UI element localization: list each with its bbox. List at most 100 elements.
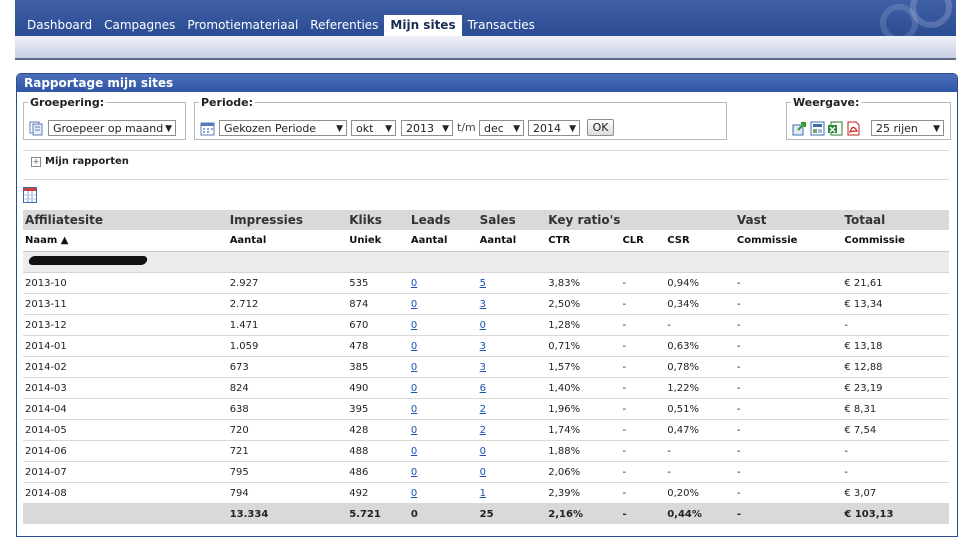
column-group-header: Vast <box>734 210 843 230</box>
table-cell: 2.927 <box>227 272 348 294</box>
table-cell: - <box>620 482 666 504</box>
table-cell: - <box>620 398 666 420</box>
grouping-fieldset: Groepering: Groepeer op maand ▼ <box>23 96 186 140</box>
totals-cell: 2,16% <box>546 503 621 524</box>
table-cell: 0,47% <box>665 419 735 441</box>
leads-link[interactable]: 0 <box>411 362 417 373</box>
table-cell: 0 <box>408 419 478 441</box>
table-cell: 721 <box>227 440 348 462</box>
table-cell: 1,88% <box>546 440 621 462</box>
table-cell: 3 <box>477 335 547 357</box>
table-cell: - <box>620 293 666 315</box>
leads-link[interactable]: 0 <box>411 341 417 352</box>
table-row: 2013-11 2.712 874 0 3 2,50% -0,34% - € 13,34 <box>23 293 949 315</box>
leads-link[interactable]: 0 <box>411 467 417 478</box>
column-group-header <box>665 210 735 230</box>
export-icon[interactable] <box>792 121 807 136</box>
table-cell: 395 <box>347 398 409 420</box>
sales-link[interactable]: 0 <box>480 320 486 331</box>
table-cell: 478 <box>347 335 409 357</box>
table-cell: - <box>620 356 666 378</box>
from-month-select[interactable]: okt ▼ <box>351 120 396 136</box>
totals-cell: - <box>734 503 843 524</box>
sales-link[interactable]: 2 <box>480 404 486 415</box>
tab-referenties[interactable]: Referenties <box>304 15 384 36</box>
sales-link[interactable]: 0 <box>480 446 486 457</box>
table-row: 2014-03 824 490 0 6 1,40% -1,22% - € 23,19 <box>23 377 949 399</box>
sales-link[interactable]: 2 <box>480 425 486 436</box>
nav-subbar <box>15 36 956 60</box>
table-cell: 2014-07 <box>23 461 228 483</box>
sales-link[interactable]: 3 <box>480 299 486 310</box>
leads-link[interactable]: 0 <box>411 383 417 394</box>
table-cell: 0 <box>408 398 478 420</box>
table-cell: - <box>734 272 843 294</box>
leads-link[interactable]: 0 <box>411 404 417 415</box>
to-year-select[interactable]: 2014 ▼ <box>528 120 580 136</box>
leads-link[interactable]: 0 <box>411 299 417 310</box>
sort-by-name-header[interactable]: Naam ▲ <box>23 230 228 252</box>
table-cell: - <box>734 419 843 441</box>
period-type-select[interactable]: Gekozen Periode ▼ <box>219 120 347 136</box>
table-cell: 1,96% <box>546 398 621 420</box>
table-cell: 0 <box>477 314 547 336</box>
table-cell: - <box>842 314 949 336</box>
rows-per-page-value: 25 rijen <box>876 122 918 135</box>
table-cell: € 12,88 <box>842 356 949 378</box>
nav-bar: Dashboard Campagnes Promotiemateriaal Re… <box>15 0 956 42</box>
table-cell: 2014-04 <box>23 398 228 420</box>
table-cell: 874 <box>347 293 409 315</box>
table-row: 2014-05 720 428 0 2 1,74% -0,47% - € 7,54 <box>23 419 949 441</box>
sales-link[interactable]: 1 <box>480 488 486 499</box>
table-row: 2013-12 1.471 670 0 0 1,28% - - - - <box>23 314 949 336</box>
sales-link[interactable]: 3 <box>480 341 486 352</box>
leads-link[interactable]: 0 <box>411 278 417 289</box>
table-cell: 0,71% <box>546 335 621 357</box>
tab-dashboard[interactable]: Dashboard <box>21 15 98 36</box>
sales-link[interactable]: 0 <box>480 467 486 478</box>
pdf-icon[interactable] <box>846 121 861 136</box>
table-cell: - <box>665 461 735 483</box>
table-cell: 490 <box>347 377 409 399</box>
ok-button[interactable]: OK <box>587 119 614 136</box>
columns-icon[interactable] <box>23 187 37 203</box>
column-group-header: Leads <box>408 210 478 230</box>
redacted-site-name <box>23 251 949 273</box>
table-cell: 2014-08 <box>23 482 228 504</box>
excel-icon[interactable] <box>828 121 843 136</box>
tab-mijn-sites[interactable]: Mijn sites <box>384 15 462 36</box>
leads-link[interactable]: 0 <box>411 425 417 436</box>
grid-view-icon[interactable] <box>810 121 825 136</box>
rows-per-page-select[interactable]: 25 rijen ▼ <box>871 120 944 136</box>
table-cell: 0 <box>408 335 478 357</box>
table-cell: 5 <box>477 272 547 294</box>
table-cell: € 13,34 <box>842 293 949 315</box>
table-cell: - <box>734 293 843 315</box>
column-group-header: Affiliatesite <box>23 210 228 230</box>
table-cell: - <box>734 461 843 483</box>
table-cell: 794 <box>227 482 348 504</box>
from-year-select[interactable]: 2013 ▼ <box>401 120 453 136</box>
table-row: 2014-02 673 385 0 3 1,57% -0,78% - € 12,88 <box>23 356 949 378</box>
tab-promotiemateriaal[interactable]: Promotiemateriaal <box>181 15 304 36</box>
my-reports-toggle[interactable]: + Mijn rapporten <box>31 156 129 167</box>
table-cell: 2013-12 <box>23 314 228 336</box>
table-cell: 0 <box>477 440 547 462</box>
sales-link[interactable]: 3 <box>480 362 486 373</box>
table-row: 2014-04 638 395 0 2 1,96% -0,51% - € 8,31 <box>23 398 949 420</box>
sales-link[interactable]: 6 <box>480 383 486 394</box>
table-cell: 1,22% <box>665 377 735 399</box>
table-cell: - <box>734 356 843 378</box>
leads-link[interactable]: 0 <box>411 320 417 331</box>
leads-link[interactable]: 0 <box>411 446 417 457</box>
to-month-select[interactable]: dec ▼ <box>479 120 524 136</box>
grouping-select[interactable]: Groepeer op maand ▼ <box>48 120 176 136</box>
tab-transacties[interactable]: Transacties <box>462 15 541 36</box>
leads-link[interactable]: 0 <box>411 488 417 499</box>
table-cell: 428 <box>347 419 409 441</box>
column-header: CLR <box>620 230 666 252</box>
tab-campagnes[interactable]: Campagnes <box>98 15 181 36</box>
sales-link[interactable]: 5 <box>480 278 486 289</box>
column-group-header <box>620 210 666 230</box>
table-cell: 2,06% <box>546 461 621 483</box>
